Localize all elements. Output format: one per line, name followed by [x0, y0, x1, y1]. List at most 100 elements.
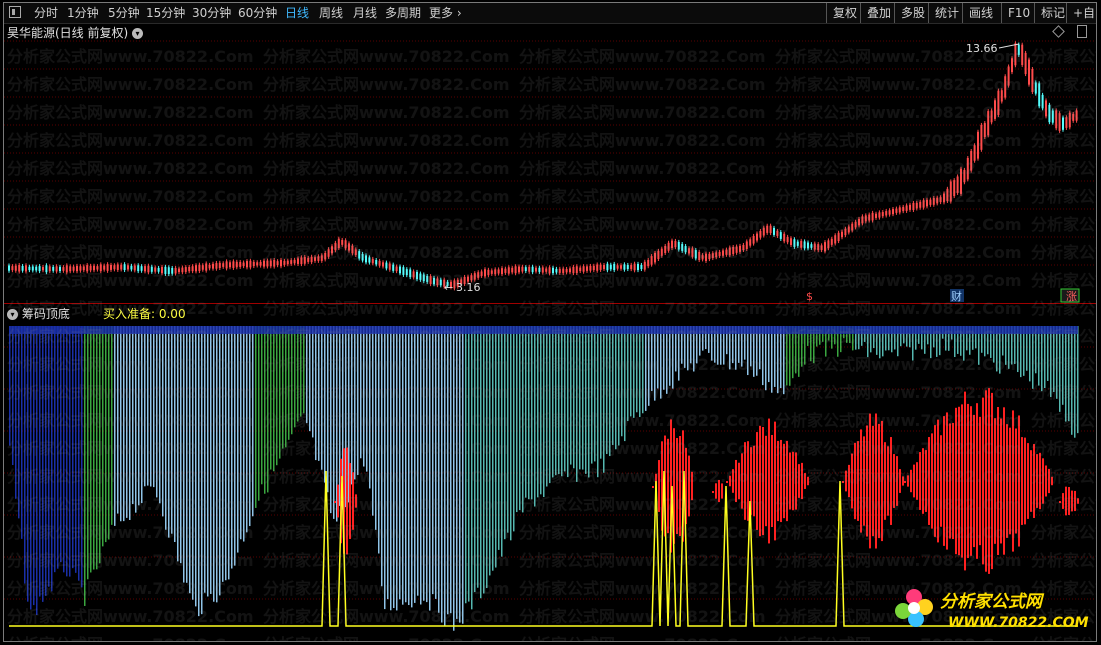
candle-body — [1048, 104, 1051, 123]
chip-bar — [672, 326, 674, 389]
chip-bar — [1044, 326, 1046, 389]
period-tab[interactable]: 多周期 — [385, 3, 421, 23]
candle-body — [317, 256, 320, 261]
candle-body — [861, 216, 864, 224]
chip-bar — [297, 326, 299, 422]
chip-bar — [195, 326, 197, 607]
candle-body — [616, 265, 619, 269]
candle-body — [745, 241, 748, 249]
indicator-pane-title: ▾ 筹码顶底 — [7, 305, 70, 322]
candle-body — [147, 265, 150, 273]
signal-bar — [845, 470, 847, 492]
period-tab[interactable]: 1分钟 — [67, 3, 99, 23]
chip-bar — [135, 326, 137, 513]
candle-body — [936, 197, 939, 204]
price-chart: 13.66 ← 3.16 $ 财 涨 — [4, 40, 1096, 303]
candle-body — [582, 266, 585, 272]
chip-bar — [768, 326, 770, 383]
toolbar-button[interactable]: F10 — [1001, 3, 1030, 23]
candle-body — [59, 266, 61, 272]
chip-bar — [354, 326, 356, 480]
period-tab[interactable]: 月线 — [353, 3, 377, 23]
zhang-marker: 涨 — [1066, 290, 1077, 303]
candle-body — [154, 267, 157, 272]
candle-body — [803, 241, 806, 249]
signal-bar — [988, 388, 990, 574]
candle-body — [626, 264, 629, 270]
signal-bar — [807, 476, 809, 486]
chip-bar — [126, 326, 128, 518]
candle-body — [133, 265, 136, 271]
candle-body — [327, 249, 330, 257]
candle-body — [324, 252, 327, 260]
chip-bar — [363, 326, 365, 467]
chip-bar — [90, 326, 92, 573]
chip-bar — [324, 326, 326, 483]
indicator-name: 筹码顶底 — [21, 307, 70, 321]
period-toolbar: 分时 1分钟 5分钟 15分钟 30分钟 60分钟 日线 周线 月线 多周期 更… — [4, 3, 1096, 24]
chip-bar — [36, 326, 38, 615]
toolbar-button[interactable]: 统计 — [928, 3, 959, 23]
chip-bar — [657, 326, 659, 389]
candle-body — [31, 266, 34, 271]
menu-icon[interactable] — [9, 6, 21, 18]
signal-bar — [744, 442, 746, 520]
signal-bar — [729, 475, 731, 487]
chip-bar — [66, 326, 68, 577]
candle-body — [847, 226, 850, 233]
dropdown-icon[interactable]: ▾ — [7, 309, 18, 320]
chip-bar — [228, 326, 230, 580]
chip-bar — [303, 326, 305, 414]
signal-bar — [940, 435, 942, 527]
period-tab[interactable]: 5分钟 — [108, 3, 140, 23]
candle-body — [885, 211, 888, 216]
signal-bar — [937, 419, 939, 543]
candle-body — [688, 248, 690, 254]
candle-body — [514, 266, 517, 274]
signal-bar — [896, 456, 898, 506]
signal-bar — [1062, 493, 1064, 509]
signal-bar — [1030, 450, 1032, 512]
toolbar-button[interactable]: 叠加 — [860, 3, 891, 23]
signal-bar — [768, 418, 770, 544]
chip-bar — [171, 326, 173, 534]
candle-body — [378, 260, 381, 266]
signal-bar — [869, 413, 871, 549]
chip-bar — [414, 326, 416, 603]
toolbar-button[interactable]: 多股 — [894, 3, 925, 23]
candle-body — [290, 260, 293, 264]
period-tab[interactable]: 30分钟 — [192, 3, 231, 23]
toolbar-button[interactable]: 复权 — [826, 3, 857, 23]
candle-body — [725, 249, 728, 255]
period-tab[interactable]: 15分钟 — [146, 3, 185, 23]
candle-body — [949, 181, 952, 202]
chip-bar — [270, 326, 272, 470]
period-tab[interactable]: 分时 — [34, 3, 58, 23]
toolbar-button[interactable]: 画线 — [962, 3, 993, 23]
signal-bar — [851, 453, 853, 509]
candle-body — [922, 200, 925, 208]
signal-bar — [970, 406, 972, 556]
chip-bar — [162, 326, 164, 517]
candle-body — [654, 252, 656, 263]
candle-body — [344, 240, 347, 249]
period-tab[interactable]: 60分钟 — [238, 3, 277, 23]
candle-body — [300, 257, 303, 265]
period-tab-active[interactable]: 日线 — [285, 3, 309, 23]
candle-body — [1021, 44, 1024, 66]
period-tab[interactable]: 周线 — [319, 3, 343, 23]
candle-body — [1051, 110, 1054, 123]
signal-bar — [913, 464, 915, 498]
signal-bar — [789, 452, 791, 510]
candle-body — [966, 157, 969, 180]
candle-body — [671, 240, 673, 249]
candle-body — [422, 274, 425, 282]
toolbar-button[interactable]: 标记 — [1034, 3, 1065, 23]
toolbar-button[interactable]: +自 — [1066, 3, 1095, 23]
candle-body — [694, 250, 697, 259]
more-menu[interactable]: 更多 › — [429, 3, 462, 23]
chip-bar — [321, 326, 323, 470]
chip-bar — [624, 326, 626, 442]
chip-bar — [285, 326, 287, 448]
pane-divider[interactable] — [4, 303, 1096, 304]
